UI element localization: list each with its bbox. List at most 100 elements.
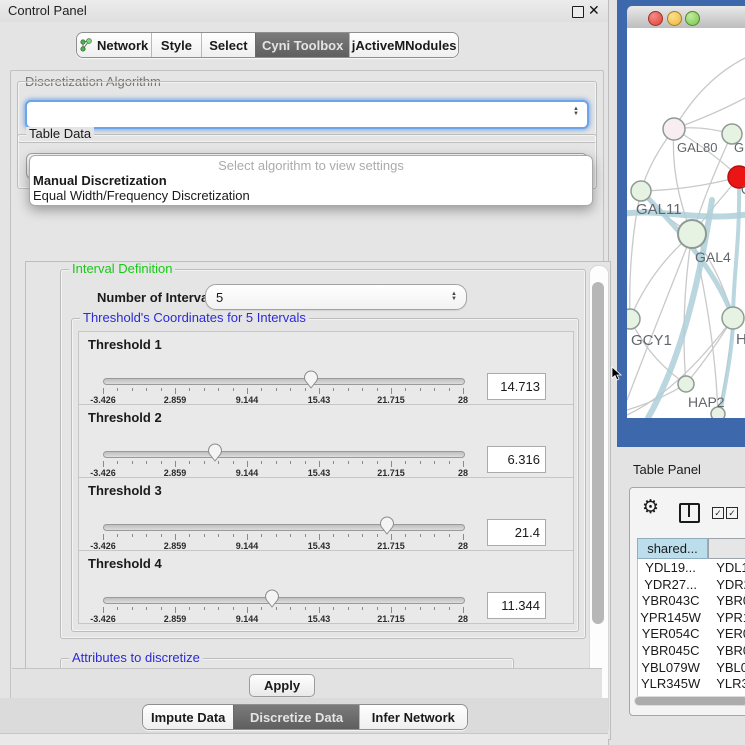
divider — [688, 505, 690, 517]
number-of-intervals-select[interactable]: 5 ▲▼ — [205, 284, 467, 310]
threshold-1-slider[interactable]: -3.4262.8599.14415.4321.71528 — [103, 368, 463, 404]
cell-shared-name: YER054C — [638, 626, 703, 643]
svg-text:GAL4: GAL4 — [695, 249, 731, 265]
algorithm-option-manual[interactable]: Manual Discretization — [30, 173, 592, 188]
table-row[interactable]: YBR043CYBR0 — [638, 593, 745, 610]
slider-track[interactable] — [103, 378, 465, 385]
tab-cyni-toolbox-label: Cyni Toolbox — [262, 38, 343, 53]
table-row[interactable]: YLR345WYLR3 — [638, 676, 745, 693]
cell-name: YDR2 — [703, 577, 745, 594]
threshold-3-slider[interactable]: -3.4262.8599.14415.4321.71528 — [103, 514, 463, 550]
settings-vertical-scrollbar[interactable] — [589, 265, 609, 736]
algorithm-select[interactable]: ▲▼ — [25, 100, 589, 129]
slider-thumb[interactable] — [264, 589, 280, 608]
cell-shared-name: YDR27... — [638, 577, 703, 594]
table-row[interactable]: YBR045CYBR0 — [638, 643, 745, 660]
cell-shared-name: YBR045C — [638, 643, 703, 660]
svg-text:GAL80: GAL80 — [677, 140, 717, 155]
apply-button[interactable]: Apply — [249, 674, 315, 697]
table-row[interactable]: YBL079WYBL0 — [638, 660, 745, 677]
columns-icon[interactable] — [679, 503, 700, 523]
tab-cyni-toolbox[interactable]: Cyni Toolbox — [255, 33, 349, 57]
algorithm-option-equal-width[interactable]: Equal Width/Frequency Discretization — [30, 188, 592, 203]
thresholds-group: Threshold's Coordinates for 5 Intervals … — [71, 318, 579, 632]
threshold-2-value-field[interactable]: 6.316 — [487, 446, 546, 473]
screen: Control Panel ✕ Network Style Sel — [0, 0, 745, 745]
threshold-2-panel: Threshold 2 -3.4262.8599.14415.4321.7152… — [78, 404, 574, 478]
tab-style[interactable]: Style — [151, 33, 200, 57]
minimize-traffic-light-icon[interactable] — [667, 11, 682, 26]
network-icon — [80, 38, 92, 52]
threshold-4-slider[interactable]: -3.4262.8599.14415.4321.71528 — [103, 587, 463, 623]
column-header-name[interactable]: na — [708, 538, 745, 559]
column-header-shared-name[interactable]: shared... — [637, 538, 708, 559]
network-canvas[interactable]: GAL80GCGAL11GAL4GCY1HHAP2 — [627, 28, 745, 418]
table-data-group-label: Table Data — [26, 127, 94, 141]
table-horizontal-scrollbar[interactable] — [634, 696, 745, 706]
threshold-4-value-field[interactable]: 11.344 — [487, 592, 546, 619]
zoom-traffic-light-icon[interactable] — [685, 11, 700, 26]
algorithm-dropdown-popup: Select algorithm to view settings Manual… — [29, 155, 593, 206]
threshold-3-value-field[interactable]: 21.4 — [487, 519, 546, 546]
table-row[interactable]: YDL19...YDL1 — [638, 560, 745, 577]
close-icon[interactable]: ✕ — [588, 2, 600, 19]
table-header-row: shared... na — [637, 538, 745, 559]
slider-track[interactable] — [103, 451, 465, 458]
cell-name: YPR1 — [703, 610, 745, 627]
threshold-1-value-field[interactable]: 14.713 — [487, 373, 546, 400]
float-window-icon[interactable] — [572, 6, 584, 18]
checkbox-icon[interactable]: ✓ — [726, 507, 738, 519]
table-row[interactable]: YDR27...YDR2 — [638, 577, 745, 594]
tab-discretize-data[interactable]: Discretize Data — [233, 705, 358, 729]
combo-arrows-icon: ▲▼ — [573, 107, 579, 117]
tab-network[interactable]: Network — [77, 33, 151, 57]
table-panel-title: Table Panel — [633, 462, 701, 477]
slider-thumb[interactable] — [207, 443, 223, 462]
cell-shared-name: YLR345W — [638, 676, 703, 693]
slider-tick-labels: -3.4262.8599.14415.4321.71528 — [103, 614, 463, 624]
table-row[interactable]: YPR145WYPR1 — [638, 610, 745, 627]
tab-select-label: Select — [209, 38, 247, 53]
gear-icon[interactable]: ⚙ — [642, 498, 659, 517]
cell-name: YBL0 — [703, 660, 745, 677]
table-row[interactable]: YER054CYER0 — [638, 626, 745, 643]
threshold-1-label: Threshold 1 — [88, 337, 162, 352]
checkbox-icon[interactable]: ✓ — [712, 507, 724, 519]
slider-track[interactable] — [103, 597, 465, 604]
cell-name: YBR0 — [703, 643, 745, 660]
slider-track[interactable] — [103, 524, 465, 531]
threshold-2-slider[interactable]: -3.4262.8599.14415.4321.71528 — [103, 441, 463, 477]
network-graph[interactable]: GAL80GCGAL11GAL4GCY1HHAP2 — [627, 28, 745, 418]
attributes-group-label: Attributes to discretize — [69, 651, 203, 665]
control-panel-title: Control Panel — [8, 3, 87, 18]
cyni-toolbox-panel: Discretization Algorithm ▲▼ Select algor… — [10, 70, 604, 699]
cell-shared-name: YBR043C — [638, 593, 703, 610]
network-window-titlebar[interactable] — [627, 6, 745, 29]
svg-text:H: H — [736, 331, 745, 348]
scrollbar-thumb[interactable] — [635, 697, 745, 705]
threshold-3-label: Threshold 3 — [88, 483, 162, 498]
interval-definition-group: Interval Definition Number of Intervals … — [60, 269, 586, 639]
tab-select[interactable]: Select — [201, 33, 255, 57]
threshold-4-panel: Threshold 4 -3.4262.8599.14415.4321.7152… — [78, 550, 574, 624]
cell-shared-name: YDL19... — [638, 560, 703, 577]
control-panel-window: Control Panel ✕ Network Style Sel — [0, 0, 609, 745]
tab-impute-data[interactable]: Impute Data — [143, 705, 233, 729]
cell-shared-name: YBL079W — [638, 660, 703, 677]
interval-definition-label: Interval Definition — [69, 262, 175, 276]
slider-thumb[interactable] — [379, 516, 395, 535]
close-traffic-light-icon[interactable] — [648, 11, 663, 26]
svg-text:GAL11: GAL11 — [636, 201, 682, 218]
thresholds-group-label: Threshold's Coordinates for 5 Intervals — [80, 311, 309, 325]
number-of-intervals-label: Number of Intervals — [97, 290, 219, 305]
tab-infer-network[interactable]: Infer Network — [359, 705, 467, 729]
scrollbar-thumb[interactable] — [592, 282, 604, 624]
slider-thumb[interactable] — [303, 370, 319, 389]
svg-text:HAP2: HAP2 — [688, 394, 725, 410]
tab-jactivemnodules[interactable]: jActiveMNodules — [349, 33, 458, 57]
control-panel-titlebar: Control Panel ✕ — [0, 0, 608, 22]
table-panel-window: ⚙ ✓ ✓ shared... na YDL19...YDL1 YDR27...… — [629, 487, 745, 716]
window-edge — [0, 734, 608, 745]
control-panel-tabbar: Network Style Select Cyni Toolbox jActiv… — [76, 32, 459, 58]
cell-name: YLR3 — [703, 676, 745, 693]
